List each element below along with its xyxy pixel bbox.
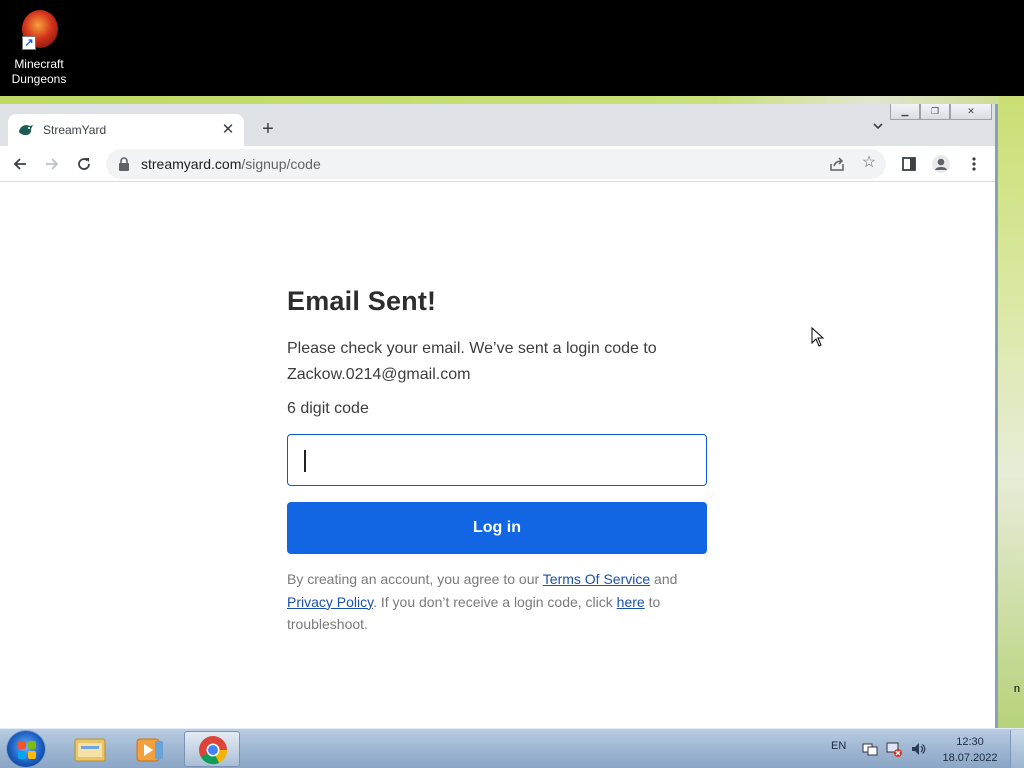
menu-kebab-icon[interactable] xyxy=(962,152,986,176)
desktop-shortcut-label: Minecraft xyxy=(14,57,64,71)
close-tab-icon[interactable]: ✕ xyxy=(218,120,238,140)
maximize-button[interactable]: ❐ xyxy=(920,104,950,120)
profile-avatar-icon[interactable] xyxy=(929,152,953,176)
back-arrow-icon[interactable] xyxy=(8,152,32,176)
mouse-pointer-icon xyxy=(811,327,825,347)
windows-explorer-icon xyxy=(74,738,106,762)
show-desktop-button[interactable] xyxy=(1010,730,1024,768)
desktop-background xyxy=(0,0,1024,96)
shortcut-arrow-icon: ↗ xyxy=(22,36,36,50)
speaker-volume-icon[interactable] xyxy=(910,741,926,757)
browser-window: ▁ ❐ ✕ StreamYard ✕ + streamyard.com/sign… xyxy=(0,104,998,728)
network-disconnected-icon[interactable] xyxy=(886,741,902,757)
privacy-policy-link[interactable]: Privacy Policy xyxy=(287,594,373,610)
action-center-icon[interactable] xyxy=(862,741,878,757)
taskbar-media-player-button[interactable] xyxy=(122,731,178,767)
clock-date: 18.07.2022 xyxy=(942,752,998,764)
minecraft-dungeons-icon: ↗ xyxy=(18,8,60,54)
desktop-wallpaper xyxy=(998,96,1024,728)
instruction-message: Please check your email. We’ve sent a lo… xyxy=(287,340,657,383)
window-border xyxy=(995,104,998,728)
start-button[interactable] xyxy=(6,730,46,768)
legal-prefix: By creating an account, you agree to our xyxy=(287,571,543,587)
code-input[interactable] xyxy=(287,434,707,486)
log-in-button[interactable]: Log in xyxy=(287,502,707,554)
page-content: Email Sent! Please check your email. We’… xyxy=(0,183,995,728)
system-clock[interactable]: 12:30 18.07.2022 xyxy=(938,734,1002,766)
desktop-wallpaper-strip xyxy=(0,96,1024,104)
desktop-shortcut-label: Dungeons xyxy=(11,72,67,86)
share-icon[interactable] xyxy=(828,155,846,173)
tab-title: StreamYard xyxy=(43,123,107,137)
legal-middle: . If you don’t receive a login code, cli… xyxy=(373,593,617,610)
media-player-icon xyxy=(136,738,163,762)
bookmark-star-icon[interactable]: ☆ xyxy=(860,154,878,172)
taskbar-explorer-button[interactable] xyxy=(62,731,118,767)
reload-icon[interactable] xyxy=(72,152,96,176)
chrome-icon xyxy=(199,736,228,765)
page-title: Email Sent! xyxy=(287,286,437,316)
side-panel-icon[interactable] xyxy=(897,152,921,176)
windows-logo-icon xyxy=(18,741,36,759)
url-text: streamyard.com/signup/code xyxy=(141,156,321,172)
forward-arrow-icon[interactable] xyxy=(40,152,64,176)
desktop-shortcut-minecraft-dungeons[interactable]: ↗ Minecraft Dungeons xyxy=(6,8,72,87)
taskbar-chrome-button[interactable] xyxy=(184,731,240,767)
close-window-button[interactable]: ✕ xyxy=(950,104,992,120)
legal-and: and xyxy=(650,571,678,587)
url-path: /signup/code xyxy=(241,156,321,172)
code-field-label: 6 digit code xyxy=(287,400,369,417)
lock-icon[interactable] xyxy=(118,157,130,171)
tab-strip: ▁ ❐ ✕ StreamYard ✕ + xyxy=(0,104,998,146)
taskbar: EN 12:30 18.07.2022 xyxy=(0,728,1024,768)
address-bar[interactable]: streamyard.com/signup/code ☆ xyxy=(106,149,886,179)
troubleshoot-here-link[interactable]: here xyxy=(617,594,645,610)
tab-streamyard[interactable]: StreamYard ✕ xyxy=(8,114,244,146)
desktop-partial-text: n xyxy=(1013,683,1020,695)
new-tab-button[interactable]: + xyxy=(256,118,280,142)
text-caret xyxy=(304,450,306,472)
url-host: streamyard.com xyxy=(141,156,242,172)
window-controls: ▁ ❐ ✕ xyxy=(890,104,992,120)
clock-time: 12:30 xyxy=(956,736,984,748)
login-code-form: Email Sent! Please check your email. We’… xyxy=(287,286,707,636)
terms-of-service-link[interactable]: Terms Of Service xyxy=(543,571,650,587)
tab-search-chevron-icon[interactable] xyxy=(868,120,888,140)
browser-toolbar: streamyard.com/signup/code ☆ xyxy=(0,146,998,182)
streamyard-logo-icon xyxy=(19,125,33,136)
minimize-button[interactable]: ▁ xyxy=(890,104,920,120)
language-indicator[interactable]: EN xyxy=(831,740,846,752)
legal-text: By creating an account, you agree to our… xyxy=(287,568,707,636)
